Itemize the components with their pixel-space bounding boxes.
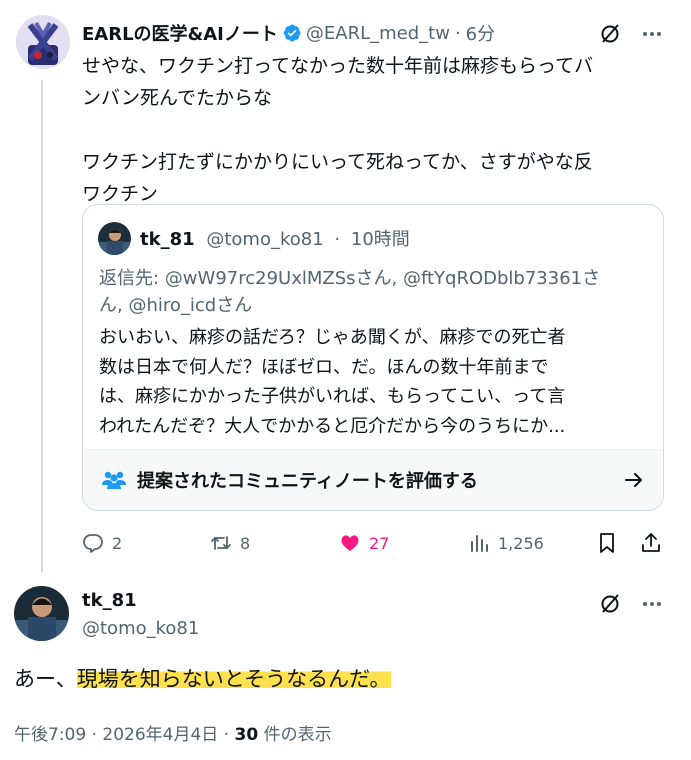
reply-mentions[interactable]: ん, @hiro_icdさん xyxy=(99,292,649,319)
tweet-header: EARLの医学&AIノート @EARL_med_tw · 6分 xyxy=(82,18,495,48)
community-note-label[interactable]: 提案されたコミュニティノートを評価する xyxy=(137,467,623,493)
grok-icon[interactable] xyxy=(598,592,622,616)
bookmark-button[interactable] xyxy=(596,528,626,558)
quote-text-line: は、麻疹にかかった子供がいれば、もらってこい、って言 xyxy=(99,386,566,407)
quote-text-line: 数は日本で何人だ？ほぼゼロ、だ。ほんの数十年前まで xyxy=(99,356,549,378)
user-handle[interactable]: @EARL_med_tw xyxy=(306,23,450,44)
reply-button[interactable]: 2 xyxy=(82,528,122,558)
quote-avatar xyxy=(98,222,131,255)
quoted-tweet[interactable]: tk_81 @tomo_ko81 · 10時間 返信先: @wW97rc29Ux… xyxy=(82,204,664,511)
separator: · xyxy=(334,229,341,250)
tweet-text-line: せやな、ワクチン打ってなかった数十年前は麻疹もらってバ xyxy=(82,55,594,77)
highlighted-text: 現場を知らないとそうなるんだ。 xyxy=(76,667,391,691)
timestamp[interactable]: 6分 xyxy=(466,20,495,46)
quote-text-line: おいおい、麻疹の話だろ？じゃあ聞くが、麻疹での死亡者 xyxy=(99,327,566,348)
people-icon xyxy=(101,470,127,490)
avatar[interactable] xyxy=(14,586,69,641)
avatar[interactable] xyxy=(16,15,70,69)
grok-icon[interactable] xyxy=(598,22,622,46)
tweet-text-line: ンバン死んでたからな xyxy=(82,87,273,109)
separator: · xyxy=(454,22,461,44)
quote-header: tk_81 @tomo_ko81 · 10時間 xyxy=(140,225,410,251)
tweet2-top-actions xyxy=(598,592,664,616)
view-count: 30 xyxy=(234,725,259,745)
view-label: 件の表示 xyxy=(258,725,332,745)
action-bar: 2 8 27 1,256 xyxy=(82,528,666,558)
retweet-count: 8 xyxy=(240,533,251,553)
quote-text-line: われたんだぞ？大人でかかると厄介だから今のうちにか... xyxy=(99,415,566,437)
tweet-meta: 午後7:09 · 2026年4月4日 · 30 件の表示 xyxy=(14,720,332,745)
reply-icon xyxy=(83,534,103,553)
reply-context: 返信先: @wW97rc29UxlMZSsさん, @ftYqRODblb7336… xyxy=(99,265,649,319)
more-icon[interactable] xyxy=(640,592,664,616)
community-note-bar[interactable]: 提案されたコミュニティノートを評価する xyxy=(83,449,663,510)
tweet-text-line: ワクチン打たずにかかりにいって死ねってか、さすがやな反 xyxy=(82,151,593,173)
like-count: 27 xyxy=(369,533,390,553)
analytics-icon xyxy=(471,535,488,552)
reply-count: 2 xyxy=(112,533,123,553)
display-name[interactable]: EARLの医学&AIノート xyxy=(82,20,278,46)
tweet1-top-actions xyxy=(598,22,664,46)
tweet-text: あー、現場を知らないとそうなるんだ。 xyxy=(14,664,391,694)
view-count: 1,256 xyxy=(498,533,544,553)
heart-icon xyxy=(341,535,359,551)
views-button[interactable]: 1,256 xyxy=(468,528,544,558)
share-button[interactable] xyxy=(640,528,670,558)
verified-badge-icon xyxy=(282,23,302,43)
tweet-text-plain: あー、 xyxy=(14,667,77,691)
user-handle[interactable]: @tomo_ko81 xyxy=(82,618,199,639)
more-icon[interactable] xyxy=(640,22,664,46)
retweet-icon xyxy=(211,536,231,550)
bookmark-icon xyxy=(600,533,614,553)
like-button[interactable]: 27 xyxy=(339,528,389,558)
quote-user-handle: @tomo_ko81 xyxy=(206,229,324,250)
arrow-right-icon[interactable] xyxy=(623,469,645,491)
tweet-text: せやな、ワクチン打ってなかった数十年前は麻疹もらってバ ンバン死んでたからな ワ… xyxy=(82,50,662,210)
quote-display-name: tk_81 xyxy=(140,229,195,250)
retweet-button[interactable]: 8 xyxy=(210,528,250,558)
share-icon xyxy=(642,533,660,552)
reply-mentions[interactable]: @wW97rc29UxlMZSsさん, @ftYqRODblb73361さ xyxy=(165,268,600,289)
quote-text: おいおい、麻疹の話だろ？じゃあ聞くが、麻疹での死亡者 数は日本で何人だ？ほぼゼロ… xyxy=(99,323,649,441)
reply-prefix: 返信先: xyxy=(99,268,165,289)
quote-timestamp: 10時間 xyxy=(350,229,410,250)
thread-line xyxy=(41,80,43,572)
display-name[interactable]: tk_81 xyxy=(82,590,137,611)
tweet-datetime[interactable]: 午後7:09 · 2026年4月4日 · xyxy=(14,725,235,745)
